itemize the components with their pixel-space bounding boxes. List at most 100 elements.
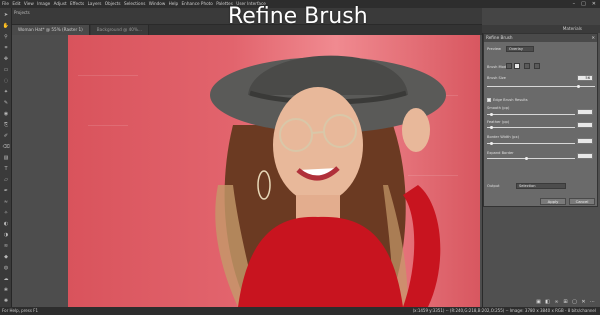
output-select[interactable]: Selection — [516, 183, 566, 189]
text-icon[interactable]: T — [2, 165, 10, 173]
tools-toolbar: ➤✋⚲⌗✥▭◌✦✎◉⎘✐⌫▨T▱✒≈✧◐◑≋◆◍☁❀✺☼ — [0, 8, 12, 315]
expand-border-input[interactable] — [577, 153, 593, 159]
picture-tube-icon[interactable]: ❀ — [2, 286, 10, 294]
menu-effects[interactable]: Effects — [70, 1, 84, 6]
status-help-text: For Help, press F1 — [2, 308, 39, 313]
brush-mode-remove-button[interactable] — [514, 63, 520, 69]
cancel-button[interactable]: Cancel — [569, 198, 595, 205]
border-width-label: Border Width (px) — [487, 135, 519, 139]
pointer-icon[interactable]: ➤ — [2, 11, 10, 19]
app-window: File Edit View Image Adjust Effects Laye… — [0, 0, 600, 315]
expand-border-slider[interactable] — [487, 158, 575, 159]
clone-icon[interactable]: ⎘ — [2, 121, 10, 129]
retouch-icon[interactable]: ✧ — [2, 209, 10, 217]
canvas-area[interactable] — [12, 35, 482, 307]
pen-icon[interactable]: ✒ — [2, 187, 10, 195]
lasso-icon[interactable]: ◌ — [2, 77, 10, 85]
brush-size-knob[interactable] — [577, 85, 581, 88]
menu-adjust[interactable]: Adjust — [54, 1, 67, 6]
shape-icon[interactable]: ▱ — [2, 176, 10, 184]
expand-border-label: Expand Border — [487, 151, 514, 155]
smooth-slider[interactable] — [487, 114, 575, 115]
photo-canvas[interactable] — [68, 35, 480, 307]
tab-woman-hat[interactable]: Woman Hat* @ 55% (Raster 1) — [12, 25, 90, 35]
selection-icon[interactable]: ▭ — [2, 66, 10, 74]
border-width-input[interactable] — [577, 138, 593, 144]
preview-label: Preview — [487, 47, 501, 51]
output-label: Output — [487, 184, 500, 188]
new-layer-icon[interactable]: ▣ — [535, 298, 542, 305]
delete-layer-icon[interactable]: ✕ — [580, 298, 587, 305]
maximize-icon[interactable]: □ — [581, 0, 586, 8]
status-image-info: (x:1459 y:3351) -- (R:240,G:218,B:202,O:… — [412, 308, 596, 313]
window-controls: – □ ✕ — [573, 0, 598, 8]
projects-label[interactable]: Projects — [14, 10, 30, 15]
feather-knob[interactable] — [489, 126, 493, 129]
menu-enhance-photo[interactable]: Enhance Photo — [182, 1, 213, 6]
menu-image[interactable]: Image — [37, 1, 50, 6]
move-icon[interactable]: ✥ — [2, 55, 10, 63]
feather-slider[interactable] — [487, 127, 575, 128]
dialog-titlebar: Refine Brush ✕ — [484, 34, 597, 42]
preview-select[interactable]: Overlay — [506, 46, 534, 52]
wall-detail — [88, 125, 128, 126]
menu-objects[interactable]: Objects — [105, 1, 121, 6]
eyedropper-icon[interactable]: ✎ — [2, 99, 10, 107]
brush-mode-smart-button[interactable] — [524, 63, 530, 69]
border-width-knob[interactable] — [489, 142, 493, 145]
menu-window[interactable]: Window — [149, 1, 166, 6]
mask-icon[interactable]: ◧ — [544, 298, 551, 305]
menu-file[interactable]: File — [2, 1, 9, 6]
menu-edit[interactable]: Edit — [12, 1, 20, 6]
close-icon[interactable]: ✕ — [592, 0, 596, 8]
brush-size-input[interactable]: 56 — [577, 75, 593, 81]
materials-header: Materials — [482, 25, 600, 33]
edge-brush-checkbox[interactable] — [487, 98, 491, 102]
pan-icon[interactable]: ✋ — [2, 22, 10, 30]
dialog-close-icon[interactable]: ✕ — [591, 34, 597, 42]
feather-label: Feather (pp) — [487, 120, 510, 124]
airbrush-icon[interactable]: ✺ — [2, 297, 10, 305]
layers-palette — [483, 207, 598, 297]
feather-input[interactable] — [577, 122, 593, 128]
link-icon[interactable]: ∞ — [553, 298, 560, 305]
sponge-icon[interactable]: ☁ — [2, 275, 10, 283]
brush-icon[interactable]: ✐ — [2, 132, 10, 140]
smooth-knob[interactable] — [489, 113, 493, 116]
apply-button[interactable]: Apply — [540, 198, 566, 205]
group-icon[interactable]: ▢ — [571, 298, 578, 305]
blur-icon[interactable]: ◍ — [2, 264, 10, 272]
properties-icon[interactable]: ⋯ — [589, 298, 596, 305]
smudge-icon[interactable]: ≋ — [2, 242, 10, 250]
menu-view[interactable]: View — [24, 1, 34, 6]
dialog-title: Refine Brush — [486, 35, 513, 40]
status-bar: For Help, press F1 (x:1459 y:3351) -- (R… — [0, 307, 600, 315]
brush-mode-auto-button[interactable] — [534, 63, 540, 69]
sharpen-icon[interactable]: ◆ — [2, 253, 10, 261]
brush-size-label: Brush Size — [487, 76, 506, 80]
eraser-icon[interactable]: ⌫ — [2, 143, 10, 151]
border-width-slider[interactable] — [487, 143, 575, 144]
refine-brush-dialog: Refine Brush ✕ Preview Overlay Brush Mod… — [483, 33, 598, 207]
brush-mode-add-button[interactable] — [506, 63, 512, 69]
expand-border-knob[interactable] — [525, 157, 529, 160]
dodge-icon[interactable]: ◐ — [2, 220, 10, 228]
zoom-icon[interactable]: ⚲ — [2, 33, 10, 41]
burn-icon[interactable]: ◑ — [2, 231, 10, 239]
materials-label[interactable]: Materials — [563, 26, 582, 31]
fill-icon[interactable]: ▨ — [2, 154, 10, 162]
crop-icon[interactable]: ⌗ — [2, 44, 10, 52]
tab-background[interactable]: Background @ 40%... — [90, 25, 149, 35]
minimize-icon[interactable]: – — [573, 0, 576, 8]
smooth-input[interactable] — [577, 109, 593, 115]
menu-selections[interactable]: Selections — [124, 1, 145, 6]
warp-icon[interactable]: ≈ — [2, 198, 10, 206]
menu-layers[interactable]: Layers — [88, 1, 102, 6]
menu-help[interactable]: Help — [169, 1, 179, 6]
woman-photo-subject — [210, 55, 446, 307]
merge-icon[interactable]: ⊞ — [562, 298, 569, 305]
wall-detail — [78, 75, 138, 76]
wand-icon[interactable]: ✦ — [2, 88, 10, 96]
red-eye-icon[interactable]: ◉ — [2, 110, 10, 118]
edge-brush-label: Edge Brush Results — [493, 98, 528, 102]
